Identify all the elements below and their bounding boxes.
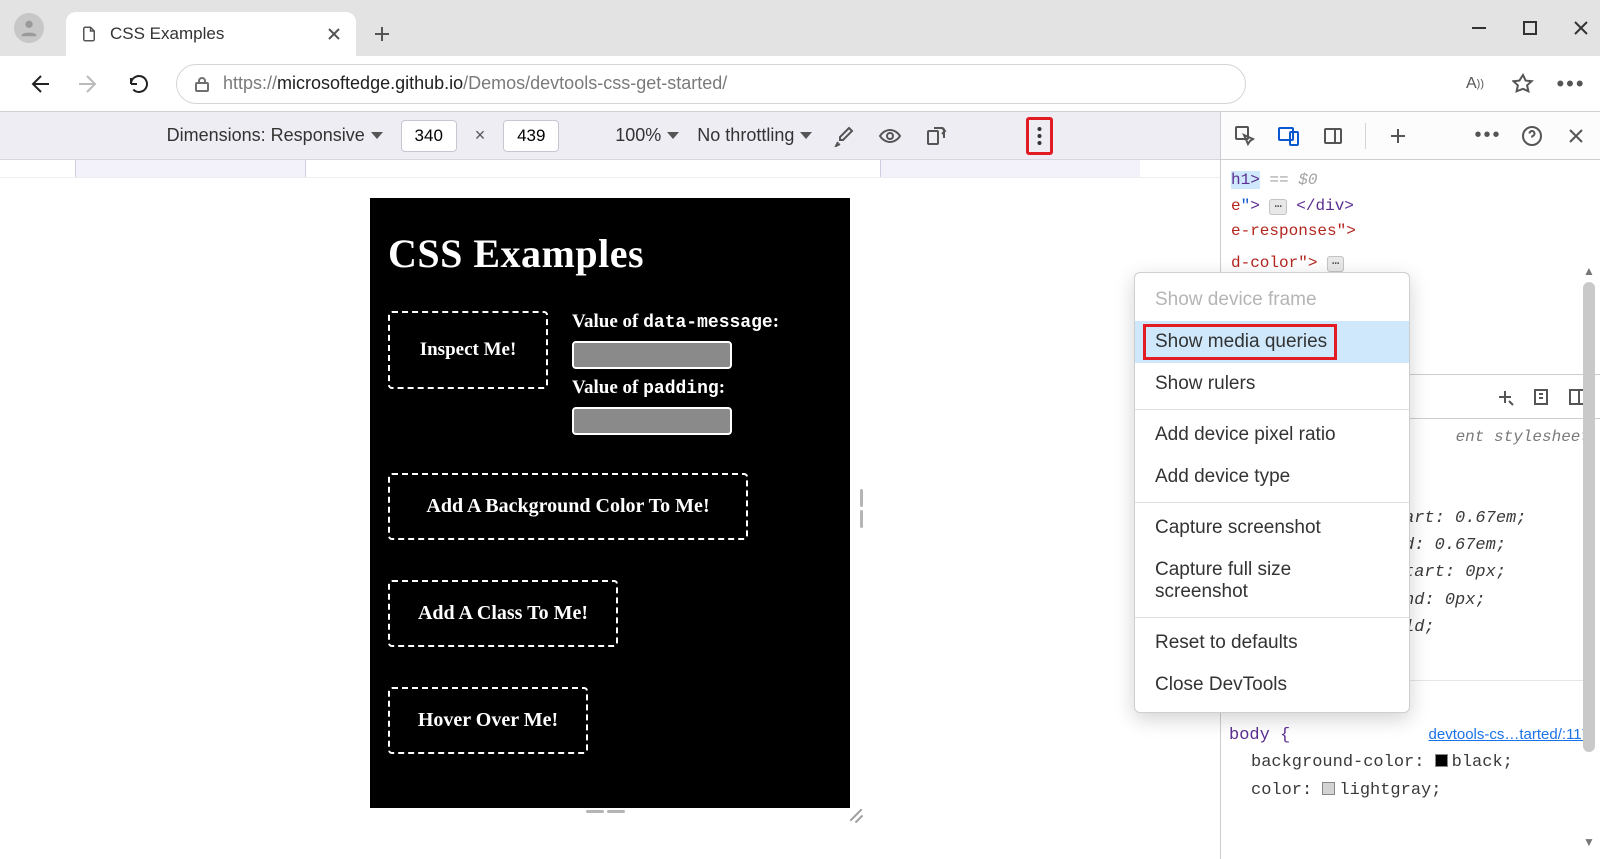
value-readouts: Value of data-message: Value of padding:: [572, 311, 779, 435]
scroll-down-icon[interactable]: ▼: [1580, 835, 1598, 851]
visibility-button[interactable]: [876, 122, 904, 150]
menu-capture-screenshot[interactable]: Capture screenshot: [1135, 507, 1409, 549]
zoom-label: 100%: [615, 125, 661, 146]
menu-separator: [1135, 502, 1409, 503]
minimize-button[interactable]: [1470, 19, 1488, 37]
dimensions-dropdown[interactable]: Dimensions: Responsive: [167, 125, 383, 146]
resize-handle-corner[interactable]: [848, 806, 864, 822]
css-decl[interactable]: color: lightgray;: [1229, 777, 1590, 804]
body-selector[interactable]: body {: [1229, 722, 1290, 749]
help-button[interactable]: [1520, 124, 1544, 148]
read-aloud-button[interactable]: A)): [1464, 73, 1486, 95]
zoom-dropdown[interactable]: 100%: [615, 125, 679, 146]
kebab-icon: [1037, 126, 1042, 146]
resize-handle-vertical[interactable]: [860, 478, 868, 538]
menu-close-devtools[interactable]: Close DevTools: [1135, 664, 1409, 706]
menu-show-device-frame[interactable]: Show device frame: [1135, 279, 1409, 321]
devtools-toolbar: •••: [1221, 112, 1600, 160]
scroll-up-icon[interactable]: ▲: [1580, 264, 1598, 280]
breakpoint-ruler[interactable]: [0, 160, 1220, 178]
menu-capture-full-screenshot[interactable]: Capture full size screenshot: [1135, 549, 1409, 613]
scrollbar[interactable]: ▲ ▼: [1580, 282, 1598, 849]
chevron-down-icon: [371, 132, 383, 139]
devtools-more-button[interactable]: •••: [1476, 124, 1500, 148]
scroll-thumb[interactable]: [1583, 282, 1595, 752]
favorite-button[interactable]: [1512, 73, 1534, 95]
eyedropper-button[interactable]: [830, 122, 858, 150]
tab-title: CSS Examples: [110, 24, 314, 44]
menu-add-device-pixel-ratio[interactable]: Add device pixel ratio: [1135, 414, 1409, 456]
content-area: Dimensions: Responsive × 100% No throttl…: [0, 112, 1600, 859]
window-controls: [1470, 0, 1590, 56]
toggle-class-button[interactable]: [1532, 388, 1550, 406]
throttling-label: No throttling: [697, 125, 794, 146]
maximize-button[interactable]: [1522, 20, 1538, 36]
menu-add-device-type[interactable]: Add device type: [1135, 456, 1409, 498]
window-titlebar: CSS Examples: [0, 0, 1600, 56]
menu-reset-defaults[interactable]: Reset to defaults: [1135, 622, 1409, 664]
device-toolbar-more-button[interactable]: [1026, 117, 1053, 155]
close-window-button[interactable]: [1572, 19, 1590, 37]
color-swatch[interactable]: [1322, 782, 1335, 795]
add-class-box[interactable]: Add A Class To Me!: [388, 580, 618, 647]
inspect-element-button[interactable]: [1233, 124, 1257, 148]
dimension-separator: ×: [475, 125, 486, 146]
page-icon: [80, 25, 98, 43]
bg-color-box[interactable]: Add A Background Color To Me!: [388, 473, 748, 540]
width-input[interactable]: [401, 120, 457, 152]
page-heading: CSS Examples: [388, 230, 832, 277]
menu-show-rulers[interactable]: Show rulers: [1135, 363, 1409, 405]
url-text: https://microsoftedge.github.io/Demos/de…: [223, 73, 727, 94]
profile-avatar[interactable]: [14, 13, 44, 43]
padding-input[interactable]: [572, 407, 732, 435]
person-icon: [18, 17, 40, 39]
dimensions-label: Dimensions: Responsive: [167, 125, 365, 146]
device-frame: CSS Examples Inspect Me! Value of data-m…: [370, 198, 850, 808]
device-toolbar-menu: Show device frame Show media queries Sho…: [1134, 272, 1410, 713]
hover-box[interactable]: Hover Over Me!: [388, 687, 588, 754]
address-bar[interactable]: https://microsoftedge.github.io/Demos/de…: [176, 64, 1246, 104]
stylesheet-source: ent stylesheet: [1456, 425, 1590, 451]
data-message-label: Value of data-message:: [572, 311, 779, 333]
back-button[interactable]: [26, 71, 52, 97]
close-tab-button[interactable]: [326, 26, 342, 42]
toggle-device-button[interactable]: [1277, 124, 1301, 148]
inspect-me-box[interactable]: Inspect Me!: [388, 311, 548, 389]
padding-label: Value of padding:: [572, 377, 779, 399]
new-style-rule-button[interactable]: [1496, 388, 1514, 406]
color-swatch[interactable]: [1435, 754, 1448, 767]
chevron-down-icon: [800, 132, 812, 139]
browser-toolbar: https://microsoftedge.github.io/Demos/de…: [0, 56, 1600, 112]
menu-separator: [1135, 409, 1409, 410]
forward-button[interactable]: [76, 71, 102, 97]
menu-show-media-queries[interactable]: Show media queries: [1135, 321, 1409, 363]
toolbar-right: A)) •••: [1464, 73, 1582, 95]
css-decl[interactable]: background-color: black;: [1229, 749, 1590, 776]
new-tab-button[interactable]: [1386, 124, 1410, 148]
reload-button[interactable]: [126, 71, 152, 97]
menu-separator: [1135, 617, 1409, 618]
emulated-viewport: CSS Examples Inspect Me! Value of data-m…: [0, 178, 1220, 859]
dock-side-button[interactable]: [1321, 124, 1345, 148]
resize-handle-horizontal[interactable]: [570, 810, 640, 818]
device-emulation-pane: Dimensions: Responsive × 100% No throttl…: [0, 112, 1220, 859]
source-link[interactable]: devtools-cs…tarted/:117: [1429, 723, 1590, 747]
data-message-input[interactable]: [572, 341, 732, 369]
browser-tab[interactable]: CSS Examples: [66, 12, 356, 56]
rendered-page[interactable]: CSS Examples Inspect Me! Value of data-m…: [370, 198, 850, 808]
settings-menu-button[interactable]: •••: [1560, 73, 1582, 95]
close-devtools-button[interactable]: [1564, 124, 1588, 148]
new-tab-button[interactable]: [362, 14, 402, 54]
rotate-button[interactable]: [922, 122, 950, 150]
throttling-dropdown[interactable]: No throttling: [697, 125, 812, 146]
height-input[interactable]: [503, 120, 559, 152]
lock-icon: [193, 75, 211, 93]
device-toolbar: Dimensions: Responsive × 100% No throttl…: [0, 112, 1220, 160]
chevron-down-icon: [667, 132, 679, 139]
